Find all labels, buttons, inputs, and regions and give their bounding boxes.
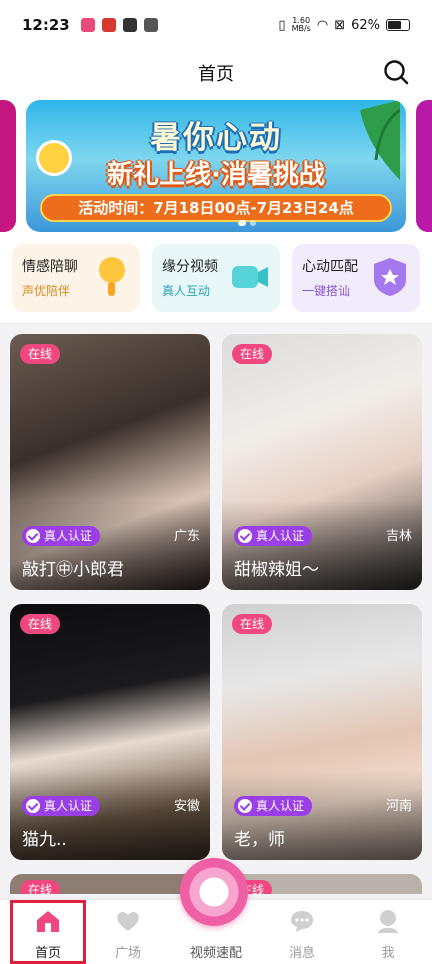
banner-subline: 新礼上线·消暑挑战 — [107, 160, 325, 190]
profile-icon — [378, 910, 398, 933]
tab-messages[interactable]: 消息 — [262, 908, 342, 961]
verified-icon — [26, 529, 40, 543]
tab-label: 我 — [381, 946, 395, 961]
carousel-dot — [238, 220, 246, 226]
tab-square[interactable]: 广场 — [88, 908, 168, 961]
tab-home[interactable]: 首页 — [10, 900, 86, 964]
user-nickname: 猫九.. — [22, 830, 67, 850]
verified-icon — [238, 799, 252, 813]
heart-chat-icon — [117, 912, 139, 931]
verified-badge: 真人认证 — [22, 526, 101, 546]
app-notification-icon — [143, 18, 158, 32]
online-badge: 在线 — [232, 614, 273, 634]
app-bar: 首页 — [0, 50, 432, 96]
carousel-dots — [238, 220, 256, 226]
user-card[interactable]: 在线 真人认证 吉林 甜椒辣姐～ — [222, 334, 422, 590]
app-notification-icon — [80, 18, 95, 32]
promo-banner[interactable]: 暑你心动 新礼上线·消暑挑战 活动时间：7月18日00点-7月23日24点 — [26, 100, 406, 232]
home-icon — [37, 911, 59, 932]
banner-carousel[interactable]: 暑你心动 新礼上线·消暑挑战 活动时间：7月18日00点-7月23日24点 — [0, 96, 432, 238]
feature-fate-video[interactable]: 缘分视频 真人互动 — [152, 244, 280, 312]
feature-heart-match[interactable]: 心动匹配 一键搭讪 — [292, 244, 420, 312]
verified-icon — [26, 799, 40, 813]
user-region: 吉林 — [385, 529, 412, 544]
user-card[interactable]: 在线 真人认证 河南 老，师 — [222, 604, 422, 860]
banner-prev-peek[interactable] — [0, 100, 16, 232]
battery-icon — [386, 19, 410, 31]
video-camera-icon — [232, 266, 268, 288]
tab-me[interactable]: 我 — [348, 908, 428, 961]
feature-emotional-chat[interactable]: 情感陪聊 声优陪伴 — [12, 244, 140, 312]
banner-time: 活动时间：7月18日00点-7月23日24点 — [40, 194, 392, 222]
mail-notification-icon — [122, 18, 137, 32]
star-shield-icon — [374, 258, 406, 296]
app-notification-icon — [101, 18, 116, 32]
user-region: 河南 — [385, 799, 412, 814]
no-sim-icon: ⊠ — [334, 17, 346, 33]
user-nickname: 老，师 — [234, 830, 285, 850]
online-badge: 在线 — [20, 880, 61, 894]
verified-icon — [238, 529, 252, 543]
user-card-grid: 在线 真人认证 广东 敲打㊥小郎君 在线 真人认证 吉林 甜椒辣姐～ 在线 真人… — [0, 334, 432, 894]
message-icon — [291, 911, 313, 932]
video-match-icon[interactable] — [180, 858, 248, 926]
user-card[interactable]: 在线 真人认证 安徽 猫九.. — [10, 604, 210, 860]
tab-label: 视频速配 — [189, 946, 242, 961]
network-speed: 1.60 MB/s — [291, 16, 311, 33]
user-nickname: 甜椒辣姐～ — [234, 560, 319, 580]
user-region: 广东 — [173, 529, 200, 544]
user-card[interactable]: 在线 真人认证 广东 敲打㊥小郎君 — [10, 334, 210, 590]
user-card[interactable]: 在线 — [222, 874, 422, 894]
microphone-icon — [99, 257, 125, 296]
feature-entries: 情感陪聊 声优陪伴 缘分视频 真人互动 心动匹配 一键搭讪 — [0, 238, 432, 324]
online-badge: 在线 — [232, 344, 273, 364]
user-nickname: 敲打㊥小郎君 — [22, 560, 124, 580]
banner-next-peek[interactable] — [416, 100, 432, 232]
carousel-dot — [250, 220, 256, 226]
vibrate-icon: ▯ — [278, 17, 286, 33]
user-region: 安徽 — [173, 799, 200, 814]
online-badge: 在线 — [20, 344, 61, 364]
online-badge: 在线 — [20, 614, 61, 634]
page-title: 首页 — [198, 64, 234, 85]
search-icon[interactable] — [382, 58, 410, 86]
tab-label: 广场 — [114, 946, 141, 961]
verified-badge: 真人认证 — [234, 796, 313, 816]
wifi-icon: ◠ — [316, 17, 329, 33]
battery-percent: 62% — [351, 17, 380, 33]
status-bar: 12:23 ▯ 1.60 MB/s ◠ ⊠ 62% — [0, 0, 432, 50]
verified-badge: 真人认证 — [234, 526, 313, 546]
banner-headline: 暑你心动 — [150, 120, 282, 156]
tab-label: 消息 — [288, 946, 315, 961]
status-time: 12:23 — [22, 16, 70, 34]
tab-label: 首页 — [34, 946, 61, 961]
verified-badge: 真人认证 — [22, 796, 101, 816]
